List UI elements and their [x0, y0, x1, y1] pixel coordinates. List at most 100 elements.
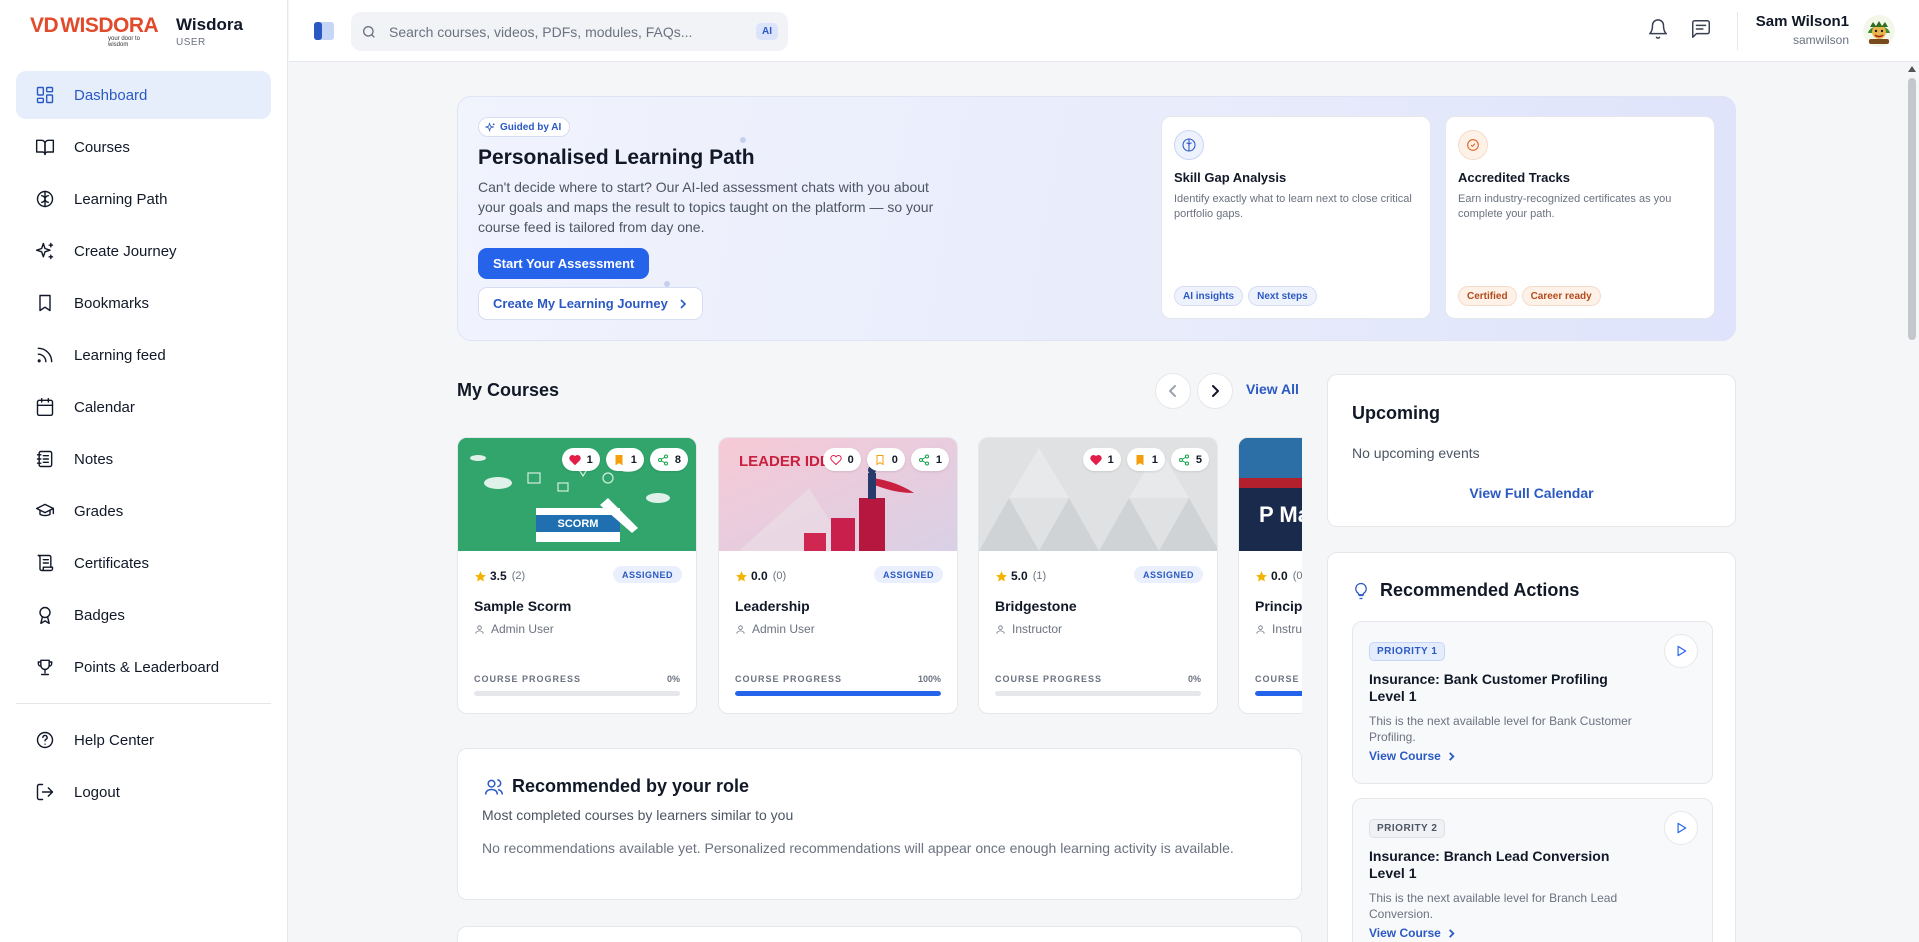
sidebar-item-points-leaderboard[interactable]: Points & Leaderboard	[16, 643, 271, 691]
action-item[interactable]: PRIORITY 2 Insurance: Branch Lead Conver…	[1352, 798, 1713, 942]
course-card[interactable]: 1 1 5 5.0 (1) ASSIGNED Bridgestone Instru…	[978, 437, 1218, 714]
search-input[interactable]	[389, 23, 756, 40]
feature-description: Earn industry-recognized certificates as…	[1458, 193, 1672, 220]
sidebar-item-help-center[interactable]: Help Center	[16, 716, 271, 764]
sidebar-item-logout[interactable]: Logout	[16, 768, 271, 816]
view-course-link[interactable]: View Course	[1369, 926, 1456, 940]
skill-gap-card[interactable]: Skill Gap Analysis Identify exactly what…	[1161, 116, 1431, 319]
course-author: Admin User	[735, 622, 815, 636]
course-card[interactable]: LEADER IDEA 0 0 1 0.0 (0) ASSIGNED Leader…	[718, 437, 958, 714]
accredited-tracks-card[interactable]: Accredited Tracks Earn industry-recogniz…	[1445, 116, 1715, 319]
sidebar-item-grades[interactable]: Grades	[16, 487, 271, 535]
view-all-courses-link[interactable]: View All	[1246, 381, 1299, 397]
avatar[interactable]	[1863, 15, 1895, 47]
bookmarks-stat[interactable]: 0	[866, 448, 905, 471]
course-card[interactable]: P Ma 0.0(0 Princip Instru COURSE PROGRES…	[1238, 437, 1302, 714]
bookmarks-stat[interactable]: 1	[605, 448, 644, 471]
play-icon	[1677, 645, 1687, 657]
scroll-thumb[interactable]	[1908, 78, 1916, 340]
target-icon	[1458, 130, 1488, 160]
bookmarks-stat[interactable]: 1	[1126, 448, 1165, 471]
sidebar-item-label: Certificates	[74, 554, 150, 572]
topbar: AI Sam Wilson1 samwilson	[289, 0, 1919, 62]
trophy-icon	[34, 656, 56, 678]
course-rating: 5.0 (1)	[995, 569, 1046, 583]
shares-stat[interactable]: 5	[1170, 448, 1209, 471]
shares-stat[interactable]: 1	[910, 448, 949, 471]
scroll-up-arrow[interactable]	[1908, 66, 1916, 72]
bell-icon[interactable]	[1647, 18, 1671, 42]
chevron-right-icon	[1212, 385, 1219, 397]
next-section-card	[457, 926, 1302, 942]
start-assessment-button[interactable]: Start Your Assessment	[478, 248, 650, 279]
messages-icon[interactable]	[1690, 18, 1714, 42]
ai-chip[interactable]: AI	[756, 23, 778, 40]
play-button[interactable]	[1664, 811, 1698, 845]
user-handle: samwilson	[1792, 33, 1849, 47]
course-stats: 1 1 5	[1082, 448, 1209, 471]
feature-tag: Career ready	[1521, 286, 1601, 306]
user-icon	[475, 624, 484, 634]
progress-label: COURSE PROGRESS	[995, 674, 1103, 684]
sidebar-item-notes[interactable]: Notes	[16, 435, 271, 483]
chevron-right-icon	[1448, 928, 1455, 938]
progress-percent: 0%	[666, 674, 680, 684]
share-icon	[918, 454, 929, 465]
shares-stat[interactable]: 8	[649, 448, 688, 471]
sidebar-item-courses[interactable]: Courses	[16, 123, 271, 171]
course-name[interactable]: Princip	[1255, 598, 1302, 614]
sidebar-item-learning-feed[interactable]: Learning feed	[16, 331, 271, 379]
award-icon	[34, 604, 56, 626]
likes-stat[interactable]: 0	[822, 448, 861, 471]
course-author: Admin User	[474, 622, 554, 636]
star-icon	[475, 570, 486, 582]
likes-stat[interactable]: 1	[1082, 448, 1121, 471]
likes-stat[interactable]: 1	[561, 448, 600, 471]
sidebar-item-calendar[interactable]: Calendar	[16, 383, 271, 431]
sidebar-item-label: Grades	[74, 502, 124, 520]
user-name[interactable]: Sam Wilson1	[1756, 13, 1849, 30]
progress-bar	[474, 691, 680, 696]
sidebar-item-badges[interactable]: Badges	[16, 591, 271, 639]
brain-icon	[1174, 130, 1204, 160]
rss-icon	[34, 344, 56, 366]
create-learning-journey-button[interactable]: Create My Learning Journey	[478, 287, 703, 320]
wisdora-logo[interactable]: VD WISDORA your door to wisdom	[30, 14, 159, 48]
action-item[interactable]: PRIORITY 1 Insurance: Bank Customer Prof…	[1352, 621, 1713, 784]
course-name[interactable]: Sample Scorm	[474, 598, 571, 614]
course-name[interactable]: Bridgestone	[995, 598, 1077, 614]
action-title: Insurance: Bank Customer Profiling Level…	[1369, 671, 1608, 704]
carousel-prev-button[interactable]	[1155, 373, 1191, 409]
role-recs-empty-message: No recommendations available yet. Person…	[482, 840, 1234, 856]
sidebar-item-dashboard[interactable]: Dashboard	[16, 71, 271, 119]
sidebar-item-learning-path[interactable]: Learning Path	[16, 175, 271, 223]
search-bar[interactable]: AI	[351, 12, 788, 51]
svg-text:P Ma: P Ma	[1259, 502, 1302, 527]
sidebar-item-label: Create Journey	[74, 242, 177, 260]
carousel-next-button[interactable]	[1197, 373, 1233, 409]
page-scrollbar[interactable]	[1905, 62, 1919, 942]
course-card[interactable]: SCORM 1 1 8 3.5 (2) ASSIGNED Sample Scorm…	[457, 437, 697, 714]
chevron-right-icon	[680, 298, 686, 309]
play-button[interactable]	[1664, 634, 1698, 668]
course-stats: 0 0 1	[822, 448, 949, 471]
view-course-link[interactable]: View Course	[1369, 749, 1456, 763]
notebook-icon	[34, 448, 56, 470]
share-icon	[657, 454, 668, 465]
chevron-left-icon	[1169, 385, 1176, 397]
sidebar-item-label: Help Center	[74, 731, 155, 749]
users-icon	[484, 778, 504, 795]
star-icon	[996, 570, 1007, 582]
action-description: This is the next available level for Ban…	[1369, 714, 1632, 744]
course-name[interactable]: Leadership	[735, 598, 810, 614]
sidebar-item-certificates[interactable]: Certificates	[16, 539, 271, 587]
sidebar-item-label: Learning feed	[74, 346, 166, 364]
sidebar-toggle-icon[interactable]	[313, 20, 335, 42]
progress-bar	[1255, 691, 1302, 696]
role-recs-title: Recommended by your role	[484, 776, 749, 797]
sidebar-item-bookmarks[interactable]: Bookmarks	[16, 279, 271, 327]
progress-percent: 100%	[917, 674, 941, 684]
sidebar-item-label: Notes	[74, 450, 114, 468]
view-full-calendar-link[interactable]: View Full Calendar	[1328, 485, 1735, 501]
sidebar-item-create-journey[interactable]: Create Journey	[16, 227, 271, 275]
